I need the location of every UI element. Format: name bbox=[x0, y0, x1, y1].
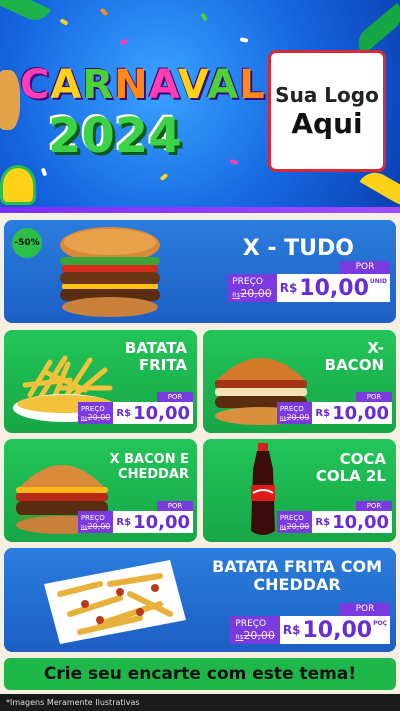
price-label: PREÇO bbox=[279, 513, 304, 522]
price-value: 10,00 bbox=[299, 275, 369, 301]
price-value: 10,00 bbox=[133, 511, 190, 533]
price-label: PREÇO bbox=[235, 618, 267, 629]
burger-icon bbox=[60, 227, 160, 317]
price-tag: POR PREÇO R$20,00 R$ 10,00 UNID bbox=[227, 261, 390, 302]
old-price: R$20,00 bbox=[279, 412, 310, 422]
leaf-decoration bbox=[351, 2, 400, 56]
price-tag: POR PREÇO R$20,00 R$ 10,00 bbox=[77, 392, 193, 424]
currency: R$ bbox=[116, 407, 132, 419]
price-label: PREÇO bbox=[232, 276, 263, 287]
header-banner: CARNAVAL 2024 Sua Logo Aqui bbox=[0, 0, 400, 213]
currency: R$ bbox=[279, 281, 298, 295]
product-name: X - TUDO bbox=[242, 236, 354, 261]
guitar-icon bbox=[0, 70, 20, 130]
unit-label: POÇ bbox=[373, 620, 387, 627]
old-price: R$20,00 bbox=[80, 521, 111, 531]
unit-label: UNID bbox=[369, 278, 387, 285]
product-card-x-bacon[interactable]: X- BACON POR PREÇO R$20,00 R$ 10,00 bbox=[203, 330, 396, 433]
price-value: 10,00 bbox=[133, 402, 190, 424]
old-price: R$20,00 bbox=[80, 412, 111, 422]
old-price: R$20,00 bbox=[279, 521, 310, 531]
header-stripe bbox=[0, 207, 400, 213]
por-label: POR bbox=[356, 501, 392, 511]
product-name: BATATA FRITA bbox=[124, 339, 187, 375]
currency: R$ bbox=[315, 407, 331, 419]
leaf-decoration bbox=[359, 166, 400, 212]
old-price: R$20,00 bbox=[232, 286, 272, 300]
price-value: 10,00 bbox=[332, 402, 389, 424]
price-value: 10,00 bbox=[332, 511, 389, 533]
product-name: COCA COLA 2L bbox=[315, 450, 386, 486]
por-label: POR bbox=[157, 392, 193, 402]
por-label: POR bbox=[356, 392, 392, 402]
currency: R$ bbox=[315, 516, 331, 528]
cta-banner[interactable]: Crie seu encarte com este tema! bbox=[4, 658, 396, 690]
logo-line2: Aqui bbox=[291, 106, 363, 140]
product-name: X BACON E CHEDDAR bbox=[109, 452, 189, 482]
product-card-x-bacon-cheddar[interactable]: X BACON E CHEDDAR POR PREÇO R$20,00 R$ 10… bbox=[4, 439, 197, 542]
price-label: PREÇO bbox=[279, 404, 304, 413]
drum-icon bbox=[0, 165, 36, 205]
logo-placeholder[interactable]: Sua Logo Aqui bbox=[268, 50, 386, 172]
carnaval-title: CARNAVAL bbox=[20, 62, 266, 108]
price-tag: POR PREÇO R$20,00 R$ 10,00 POÇ bbox=[230, 603, 390, 644]
logo-line1: Sua Logo bbox=[275, 82, 379, 107]
por-label: POR bbox=[157, 501, 193, 511]
product-card-x-tudo[interactable]: -50% X - TUDO POR PREÇO R$20,00 R$ 10,00… bbox=[4, 220, 396, 323]
price-value: 10,00 bbox=[302, 617, 373, 643]
price-tag: POR PREÇO R$20,00 R$ 10,00 bbox=[276, 392, 392, 424]
product-name: X- BACON bbox=[324, 339, 384, 375]
disclaimer-text: *Imagens Meramente Ilustrativas bbox=[0, 694, 400, 711]
currency: R$ bbox=[116, 516, 132, 528]
discount-badge: -50% bbox=[12, 228, 42, 258]
cheddar-fries-icon bbox=[44, 560, 186, 644]
product-card-batata-cheddar[interactable]: BATATA FRITA COM CHEDDAR POR PREÇO R$20,0… bbox=[4, 548, 396, 652]
por-label: POR bbox=[340, 261, 390, 274]
product-card-batata-frita[interactable]: BATATA FRITA POR PREÇO R$20,00 R$ 10,00 bbox=[4, 330, 197, 433]
product-card-coca-cola[interactable]: COCA COLA 2L POR PREÇO R$20,00 R$ 10,00 bbox=[203, 439, 396, 542]
old-price: R$20,00 bbox=[235, 628, 275, 642]
leaf-decoration bbox=[0, 0, 51, 26]
price-label: PREÇO bbox=[80, 513, 105, 522]
currency: R$ bbox=[282, 623, 301, 637]
product-name: BATATA FRITA COM CHEDDAR bbox=[212, 557, 382, 595]
price-label: PREÇO bbox=[80, 404, 105, 413]
year-title: 2024 bbox=[48, 108, 182, 164]
price-tag: POR PREÇO R$20,00 R$ 10,00 bbox=[77, 501, 193, 533]
por-label: POR bbox=[340, 603, 390, 616]
price-tag: POR PREÇO R$20,00 R$ 10,00 bbox=[276, 501, 392, 533]
